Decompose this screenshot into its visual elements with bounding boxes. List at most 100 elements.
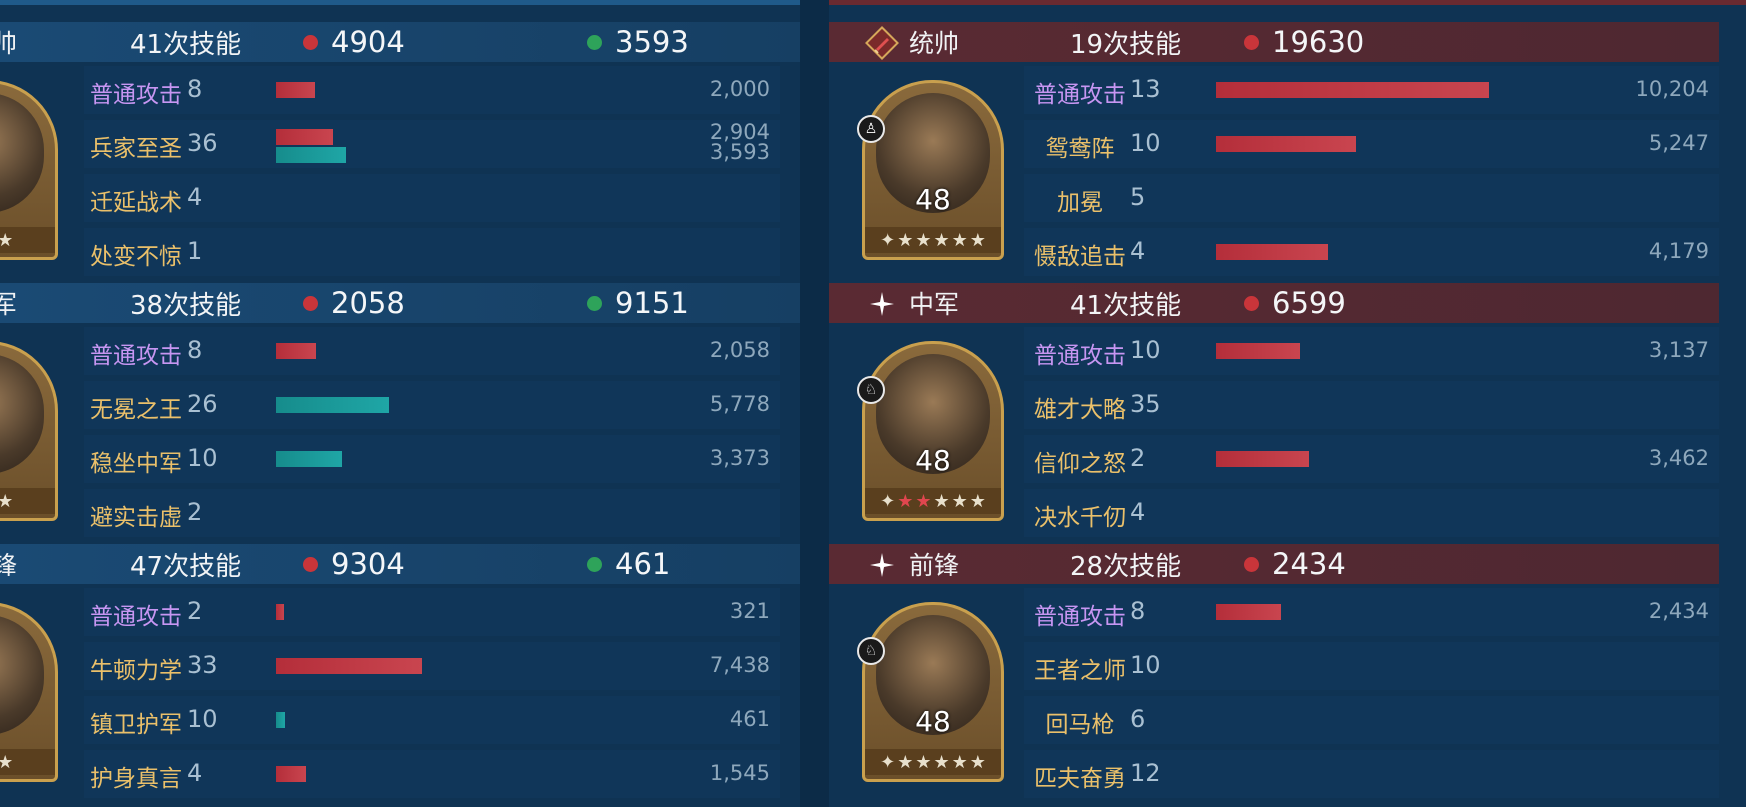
star-icon: ★ (897, 490, 914, 512)
skill-name: 护身真言 (90, 766, 182, 792)
damage-bar (276, 766, 306, 782)
skill-list: 普通攻击 8 2,000 兵家至圣 36 2,904 3,593 迁延战术 4 处变不惊 1 (84, 66, 780, 282)
skill-cast-times: 26 (187, 390, 218, 418)
general-role-name: 统帅 (909, 29, 960, 58)
general-level: 48 (915, 183, 951, 216)
skill-cast-times: 8 (187, 75, 203, 103)
skill-row: 稳坐中军 10 3,373 (84, 435, 780, 483)
skill-bar-area: 3,462 (1208, 435, 1719, 483)
damage-value: 3,462 (1648, 446, 1709, 470)
skill-name: 无冕之王 (90, 397, 182, 423)
skill-name: 决水千仞 (1034, 505, 1126, 531)
damage-bar (1216, 451, 1309, 467)
skill-label-cell: 匹夫奋勇 12 (1024, 750, 1204, 798)
skill-name: 普通攻击 (90, 343, 182, 369)
skill-row: 普通攻击 8 2,058 (84, 327, 780, 375)
total-damage: 2058 (331, 286, 405, 320)
cavalry-icon: ♘ (857, 637, 885, 665)
skill-row: 护身真言 4 1,545 (84, 750, 780, 798)
star-icon: ★ (933, 751, 950, 773)
star-rating: ✦ ★ ★ ★ ★ ★ (865, 227, 1001, 253)
star-icon: ★ (897, 229, 914, 251)
skill-label-cell: 决水千仞 4 (1024, 489, 1204, 537)
skill-row: 处变不惊 1 (84, 228, 780, 276)
star-icon: ★ (969, 490, 986, 512)
skill-label-cell: 镇卫护军 10 (84, 696, 264, 744)
star-icon: ★ (951, 229, 968, 251)
damage-bar (1216, 82, 1489, 98)
skill-label-cell: 雄才大略 35 (1024, 381, 1204, 429)
damage-value: 4,179 (1648, 239, 1709, 263)
damage-value: 321 (729, 599, 770, 623)
skill-list: 普通攻击 8 2,434 王者之师 10 回马枪 6 匹夫奋勇 12 (1024, 588, 1719, 804)
general-portrait[interactable]: 3 ★★★ (0, 341, 58, 521)
star-icon: ★ (951, 751, 968, 773)
skill-label-cell: 避实击虚 2 (84, 489, 264, 537)
general-header: 帅 41次技能 4904 3593 (0, 22, 800, 62)
total-damage: 19630 (1272, 25, 1365, 59)
star-icon: ★ (933, 229, 950, 251)
total-damage: 4904 (331, 25, 405, 59)
general-portrait[interactable]: 48 ✦ ★ ★ ★ ★ ★ (862, 602, 1004, 782)
right-team-top-bar (815, 0, 1746, 5)
star-burst-icon (865, 548, 899, 582)
skill-label-cell: 普通攻击 10 (1024, 327, 1204, 375)
skill-bar-area: 5,778 (268, 381, 780, 429)
general-portrait[interactable]: 3 ★★★ (0, 80, 58, 260)
star-icon: ★ (933, 490, 950, 512)
star-icon: ★ (969, 229, 986, 251)
skill-cast-times: 13 (1130, 75, 1161, 103)
damage-bar (276, 82, 315, 98)
damage-value: 10,204 (1635, 77, 1709, 101)
damage-dot-icon (1244, 296, 1259, 311)
star-icon: ★ (951, 490, 968, 512)
skill-row: 信仰之怒 2 3,462 (1024, 435, 1719, 483)
skill-cast-times: 4 (187, 183, 203, 211)
skill-cast-times: 4 (187, 759, 203, 787)
rank-spark-icon: ✦ (880, 490, 896, 512)
skill-count: 38次技能 (130, 290, 242, 321)
skill-label-cell: 普通攻击 2 (84, 588, 264, 636)
star-rating: ★★★ (0, 488, 55, 514)
skill-cast-times: 2 (1130, 444, 1146, 472)
right-team-panel: 统帅 19次技能 19630 48 ✦ ★ ★ ★ ★ ★ ♙ 普通攻击 13 10,204 鸳鸯阵 10 5,… (829, 22, 1719, 805)
general-panel: 中军 41次技能 6599 48 ✦ ★ ★ ★ ★ ★ ♘ 普通攻击 10 3,137 雄才大略 35 信仰之… (829, 283, 1719, 544)
skill-name: 镇卫护军 (90, 712, 182, 738)
star-icon: ★ (0, 230, 13, 251)
general-role-name: 中军 (909, 290, 960, 319)
damage-bar (1216, 604, 1281, 620)
skill-row: 牛顿力学 33 7,438 (84, 642, 780, 690)
general-header: 前锋 28次技能 2434 (829, 544, 1719, 584)
general-portrait[interactable]: 48 ✦ ★ ★ ★ ★ ★ (862, 80, 1004, 260)
skill-cast-times: 1 (187, 237, 203, 265)
skill-name: 普通攻击 (90, 604, 182, 630)
skill-list: 普通攻击 10 3,137 雄才大略 35 信仰之怒 2 3,462 决水千仞 4 (1024, 327, 1719, 543)
general-portrait[interactable]: 3 ★★★ (0, 602, 58, 782)
star-icon: ★ (915, 751, 932, 773)
skill-name: 王者之师 (1034, 658, 1126, 684)
general-panel: 锋 47次技能 9304 461 3 ★★★ 普通攻击2 321 牛顿力学33 7,438 镇卫护军… (0, 544, 800, 805)
skill-cast-times: 36 (187, 129, 218, 157)
heal-value: 461 (729, 707, 770, 731)
general-portrait[interactable]: 48 ✦ ★ ★ ★ ★ ★ (862, 341, 1004, 521)
skill-row: 回马枪 6 (1024, 696, 1719, 744)
damage-bar (276, 343, 316, 359)
damage-value: 3,137 (1648, 338, 1709, 362)
heal-bar (276, 147, 346, 163)
skill-name: 处变不惊 (90, 244, 182, 270)
skill-bar-area (1208, 489, 1719, 537)
skill-name: 稳坐中军 (90, 451, 182, 477)
skill-count: 41次技能 (1070, 290, 1182, 321)
skill-bar-area: 2,000 (268, 66, 780, 114)
heal-bar (276, 451, 342, 467)
skill-label-cell: 信仰之怒 2 (1024, 435, 1204, 483)
skill-cast-times: 6 (1130, 705, 1146, 733)
skill-label-cell: 鸳鸯阵 10 (1024, 120, 1204, 168)
skill-label-cell: 迁延战术 4 (84, 174, 264, 222)
skill-cast-times: 10 (1130, 651, 1161, 679)
star-rating: ★★★ (0, 227, 55, 253)
star-icon: ★ (0, 491, 13, 512)
skill-label-cell: 慑敌追击 4 (1024, 228, 1204, 276)
skill-row: 兵家至圣 36 2,904 3,593 (84, 120, 780, 168)
skill-label-cell: 处变不惊 1 (84, 228, 264, 276)
